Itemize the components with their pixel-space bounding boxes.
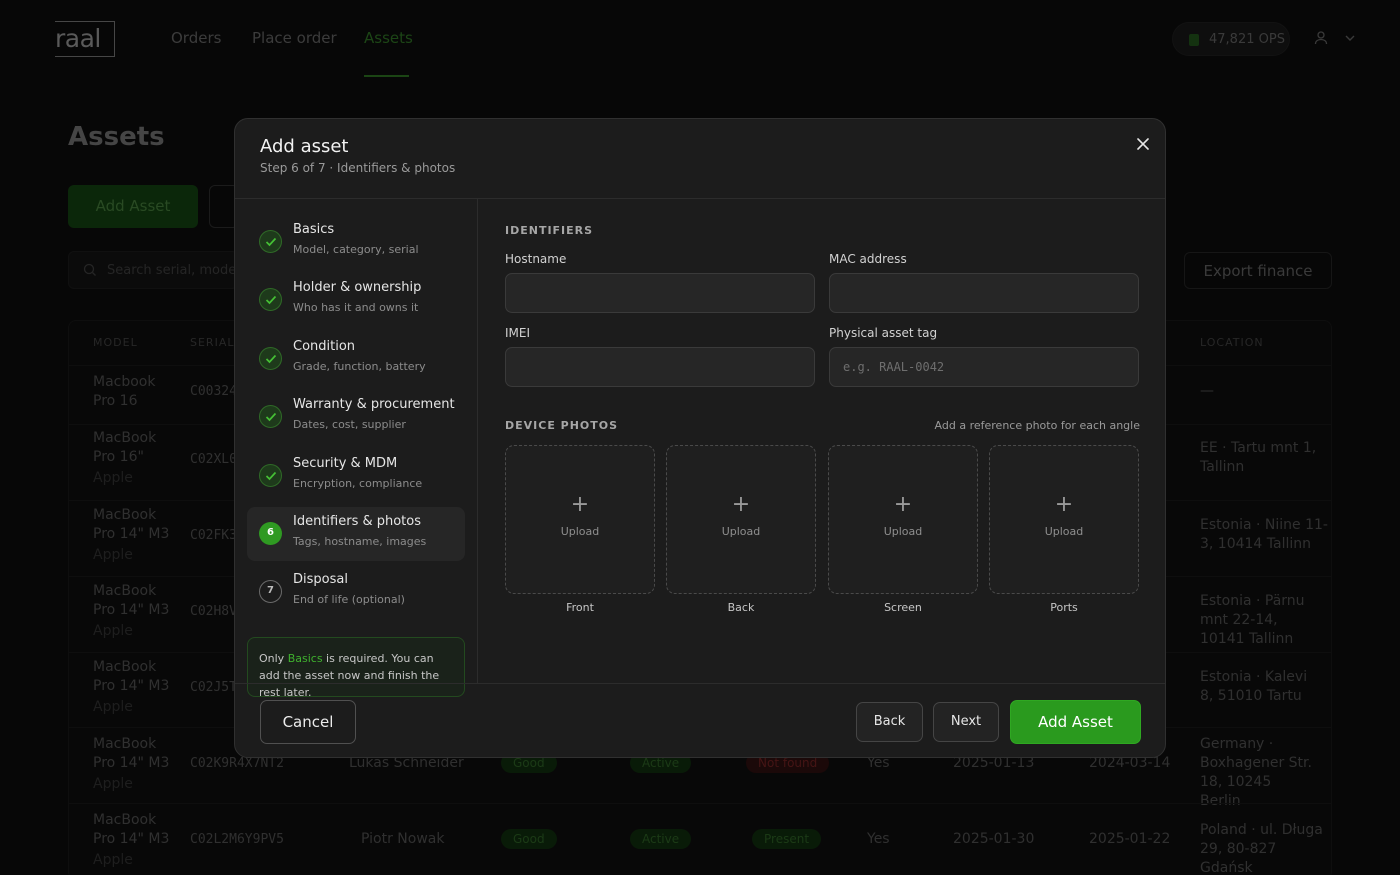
next-button[interactable]: Next bbox=[933, 702, 999, 742]
back-button[interactable]: Back bbox=[856, 702, 923, 742]
device-photos-hint: Add a reference photo for each angle bbox=[934, 419, 1140, 432]
photo-upload-front[interactable]: + Upload bbox=[505, 445, 655, 594]
step-title: Identifiers & photos bbox=[293, 514, 422, 529]
step-identifiers-photos[interactable]: 6 Identifiers & photos Tags, hostname, i… bbox=[247, 507, 465, 561]
step-description: Encryption, compliance bbox=[293, 477, 423, 490]
modal-subtitle: Step 6 of 7 · Identifiers & photos bbox=[260, 161, 456, 175]
step-description: Tags, hostname, images bbox=[293, 535, 427, 548]
imei-input[interactable] bbox=[505, 347, 815, 387]
step-description: Model, category, serial bbox=[293, 243, 419, 256]
device-photos-heading: DEVICE PHOTOS bbox=[505, 419, 619, 432]
photo-caption-back: Back bbox=[727, 601, 755, 614]
step-title: Basics bbox=[293, 222, 335, 237]
photo-caption-screen: Screen bbox=[884, 601, 922, 614]
step-basics[interactable]: Basics Model, category, serial bbox=[247, 215, 465, 269]
hostname-input[interactable] bbox=[505, 273, 815, 313]
hint-highlight[interactable]: Basics bbox=[288, 652, 323, 665]
add-asset-button[interactable]: Add Asset bbox=[1010, 700, 1141, 744]
check-icon bbox=[265, 471, 277, 481]
plus-icon: + bbox=[570, 492, 590, 517]
modal-header: Add asset Step 6 of 7 · Identifiers & ph… bbox=[235, 119, 1165, 199]
hostname-label: Hostname bbox=[505, 252, 567, 266]
step-title: Holder & ownership bbox=[293, 280, 422, 295]
step-description: Dates, cost, supplier bbox=[293, 418, 406, 431]
upload-label: Upload bbox=[560, 525, 600, 538]
step-security-mdm[interactable]: Security & MDM Encryption, compliance bbox=[247, 449, 465, 503]
step-description: End of life (optional) bbox=[293, 593, 405, 606]
modal-footer: Cancel Back Next Add Asset bbox=[235, 683, 1165, 757]
plus-icon: + bbox=[731, 492, 751, 517]
identifiers-heading: IDENTIFIERS bbox=[505, 224, 594, 237]
imei-label: IMEI bbox=[505, 326, 531, 340]
step-holder-ownership[interactable]: Holder & ownership Who has it and owns i… bbox=[247, 273, 465, 327]
step-complete-indicator bbox=[259, 288, 282, 311]
step-title: Security & MDM bbox=[293, 456, 398, 471]
step-complete-indicator bbox=[259, 347, 282, 370]
step-description: Grade, function, battery bbox=[293, 360, 426, 373]
upload-label: Upload bbox=[721, 525, 761, 538]
check-icon bbox=[265, 354, 277, 364]
photo-upload-ports[interactable]: + Upload bbox=[989, 445, 1139, 594]
asset-tag-input[interactable] bbox=[829, 347, 1139, 387]
step-number-indicator: 6 bbox=[259, 522, 282, 545]
check-icon bbox=[265, 237, 277, 247]
photo-upload-screen[interactable]: + Upload bbox=[828, 445, 978, 594]
cancel-button[interactable]: Cancel bbox=[260, 700, 356, 744]
photo-caption-front: Front bbox=[566, 601, 594, 614]
step-complete-indicator bbox=[259, 230, 282, 253]
mac-address-input[interactable] bbox=[829, 273, 1139, 313]
mac-address-label: MAC address bbox=[829, 252, 907, 266]
step-disposal[interactable]: 7 Disposal End of life (optional) bbox=[247, 565, 465, 619]
step-list: Basics Model, category, serial Holder & … bbox=[235, 199, 478, 699]
check-icon bbox=[265, 412, 277, 422]
step-description: Who has it and owns it bbox=[293, 301, 419, 314]
step-warranty-procurement[interactable]: Warranty & procurement Dates, cost, supp… bbox=[247, 390, 465, 444]
plus-icon: + bbox=[1054, 492, 1074, 517]
step-title: Condition bbox=[293, 339, 356, 354]
step-condition[interactable]: Condition Grade, function, battery bbox=[247, 332, 465, 386]
step-title: Warranty & procurement bbox=[293, 397, 455, 412]
asset-tag-label: Physical asset tag bbox=[829, 326, 938, 340]
step-number-indicator: 7 bbox=[259, 580, 282, 603]
close-icon[interactable] bbox=[1133, 134, 1153, 154]
modal-title: Add asset bbox=[260, 136, 349, 157]
upload-label: Upload bbox=[1044, 525, 1084, 538]
plus-icon: + bbox=[893, 492, 913, 517]
photo-upload-back[interactable]: + Upload bbox=[666, 445, 816, 594]
photo-caption-ports: Ports bbox=[1050, 601, 1078, 614]
check-icon bbox=[265, 295, 277, 305]
step-complete-indicator bbox=[259, 464, 282, 487]
add-asset-modal: Add asset Step 6 of 7 · Identifiers & ph… bbox=[234, 118, 1166, 758]
step-title: Disposal bbox=[293, 572, 348, 587]
step-complete-indicator bbox=[259, 405, 282, 428]
step-content: IDENTIFIERS Hostname MAC address IMEI Ph… bbox=[479, 199, 1165, 683]
upload-label: Upload bbox=[883, 525, 923, 538]
